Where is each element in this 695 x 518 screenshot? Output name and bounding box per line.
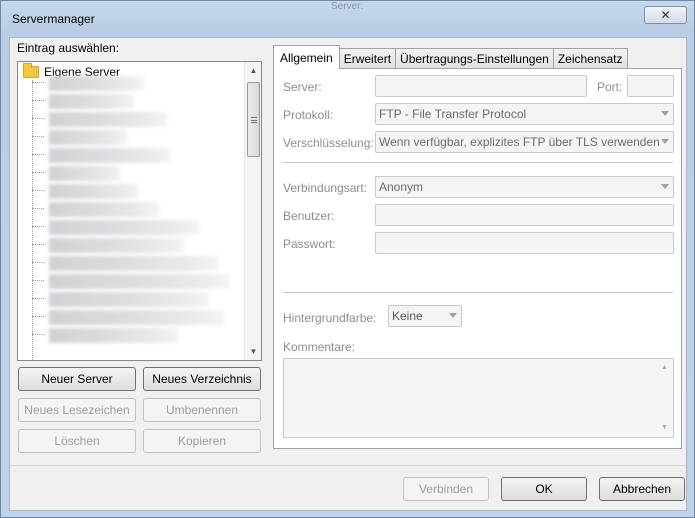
password-input[interactable] xyxy=(375,232,674,254)
connect-button[interactable]: Verbinden xyxy=(403,477,489,501)
chevron-down-icon xyxy=(661,184,669,189)
scroll-down-icon[interactable]: ▼ xyxy=(245,343,261,360)
delete-button[interactable]: Löschen xyxy=(18,429,136,453)
scroll-up-icon[interactable]: ▲ xyxy=(656,361,673,375)
tree-scrollbar[interactable]: ▲ ▼ xyxy=(244,62,261,360)
tree-item[interactable] xyxy=(32,200,232,218)
servermanager-window: Servermanager Server: ✕ Eintrag auswähle… xyxy=(0,0,695,518)
tree-item[interactable] xyxy=(32,182,232,200)
comments-textarea[interactable]: ▲ ▼ xyxy=(283,358,674,438)
select-entry-label: Eintrag auswählen: xyxy=(17,41,120,55)
tree-item[interactable] xyxy=(32,290,232,308)
tree-item[interactable] xyxy=(32,146,232,164)
general-tab-panel: Server: Port: Protokoll: FTP - File Tran… xyxy=(273,68,682,449)
background-color-label: Hintergrundfarbe: xyxy=(283,311,377,325)
logon-type-select[interactable]: Anonym xyxy=(375,176,674,198)
tree-item[interactable] xyxy=(32,74,232,92)
comments-label: Kommentare: xyxy=(283,340,356,354)
tab-general[interactable]: Allgemein xyxy=(273,45,340,69)
background-color-value: Keine xyxy=(392,309,423,323)
separator xyxy=(283,162,673,163)
protocol-label: Protokoll: xyxy=(283,108,334,122)
tree-item[interactable] xyxy=(32,128,232,146)
tree-item[interactable] xyxy=(32,92,232,110)
copy-button[interactable]: Kopieren xyxy=(143,429,261,453)
tree-item[interactable] xyxy=(32,110,232,128)
server-input[interactable] xyxy=(375,75,587,97)
scroll-thumb[interactable] xyxy=(247,82,260,157)
background-color-select[interactable]: Keine xyxy=(388,305,462,327)
window-title: Servermanager xyxy=(12,12,95,26)
new-bookmark-button[interactable]: Neues Lesezeichen xyxy=(18,398,136,422)
logon-type-value: Anonym xyxy=(379,180,424,194)
comments-scrollbar[interactable]: ▲ ▼ xyxy=(656,359,673,437)
chevron-down-icon xyxy=(661,139,669,144)
ok-button[interactable]: OK xyxy=(501,477,587,501)
tree-item[interactable] xyxy=(32,272,232,290)
user-input[interactable] xyxy=(375,204,674,226)
tab-advanced[interactable]: Erweitert xyxy=(338,48,397,69)
tree-item[interactable] xyxy=(32,218,232,236)
tab-charset[interactable]: Zeichensatz xyxy=(552,48,628,69)
password-label: Passwort: xyxy=(283,237,336,251)
close-icon: ✕ xyxy=(660,8,671,22)
logon-type-label: Verbindungsart: xyxy=(283,181,368,195)
chevron-down-icon xyxy=(449,313,457,318)
tab-strip: Allgemein Erweitert Übertragungs-Einstel… xyxy=(273,45,628,69)
new-server-button[interactable]: Neuer Server xyxy=(18,367,136,391)
server-label: Server: xyxy=(283,80,322,94)
user-label: Benutzer: xyxy=(283,209,335,223)
scroll-down-icon[interactable]: ▼ xyxy=(656,421,673,435)
background-window-hint: Server: xyxy=(331,1,364,11)
server-tree[interactable]: Eigene Server ▲ ▼ xyxy=(17,61,262,361)
tree-item[interactable] xyxy=(32,236,232,254)
tab-transfer-settings[interactable]: Übertragungs-Einstellungen xyxy=(395,48,554,69)
protocol-select[interactable]: FTP - File Transfer Protocol xyxy=(375,103,674,125)
encryption-label: Verschlüsselung: xyxy=(283,136,374,150)
dialog-client-area: Eintrag auswählen: Eigene Server ▲ ▼ Neu… xyxy=(9,37,687,511)
scroll-up-icon[interactable]: ▲ xyxy=(245,62,261,79)
encryption-value: Wenn verfügbar, explizites FTP über TLS … xyxy=(379,135,660,149)
cancel-button[interactable]: Abbrechen xyxy=(599,477,685,501)
footer-divider xyxy=(10,465,686,466)
port-input[interactable] xyxy=(627,75,674,97)
encryption-select[interactable]: Wenn verfügbar, explizites FTP über TLS … xyxy=(375,131,674,153)
title-bar[interactable]: Servermanager Server: ✕ xyxy=(1,1,694,37)
port-label: Port: xyxy=(597,80,623,94)
rename-button[interactable]: Umbenennen xyxy=(143,398,261,422)
chevron-down-icon xyxy=(661,111,669,116)
tree-item[interactable] xyxy=(32,254,232,272)
new-folder-button[interactable]: Neues Verzeichnis xyxy=(143,367,261,391)
tree-item[interactable] xyxy=(32,326,232,344)
tree-item[interactable] xyxy=(32,164,232,182)
close-button[interactable]: ✕ xyxy=(644,6,687,24)
protocol-value: FTP - File Transfer Protocol xyxy=(379,107,527,121)
tree-item[interactable] xyxy=(32,308,232,326)
separator xyxy=(283,292,673,293)
